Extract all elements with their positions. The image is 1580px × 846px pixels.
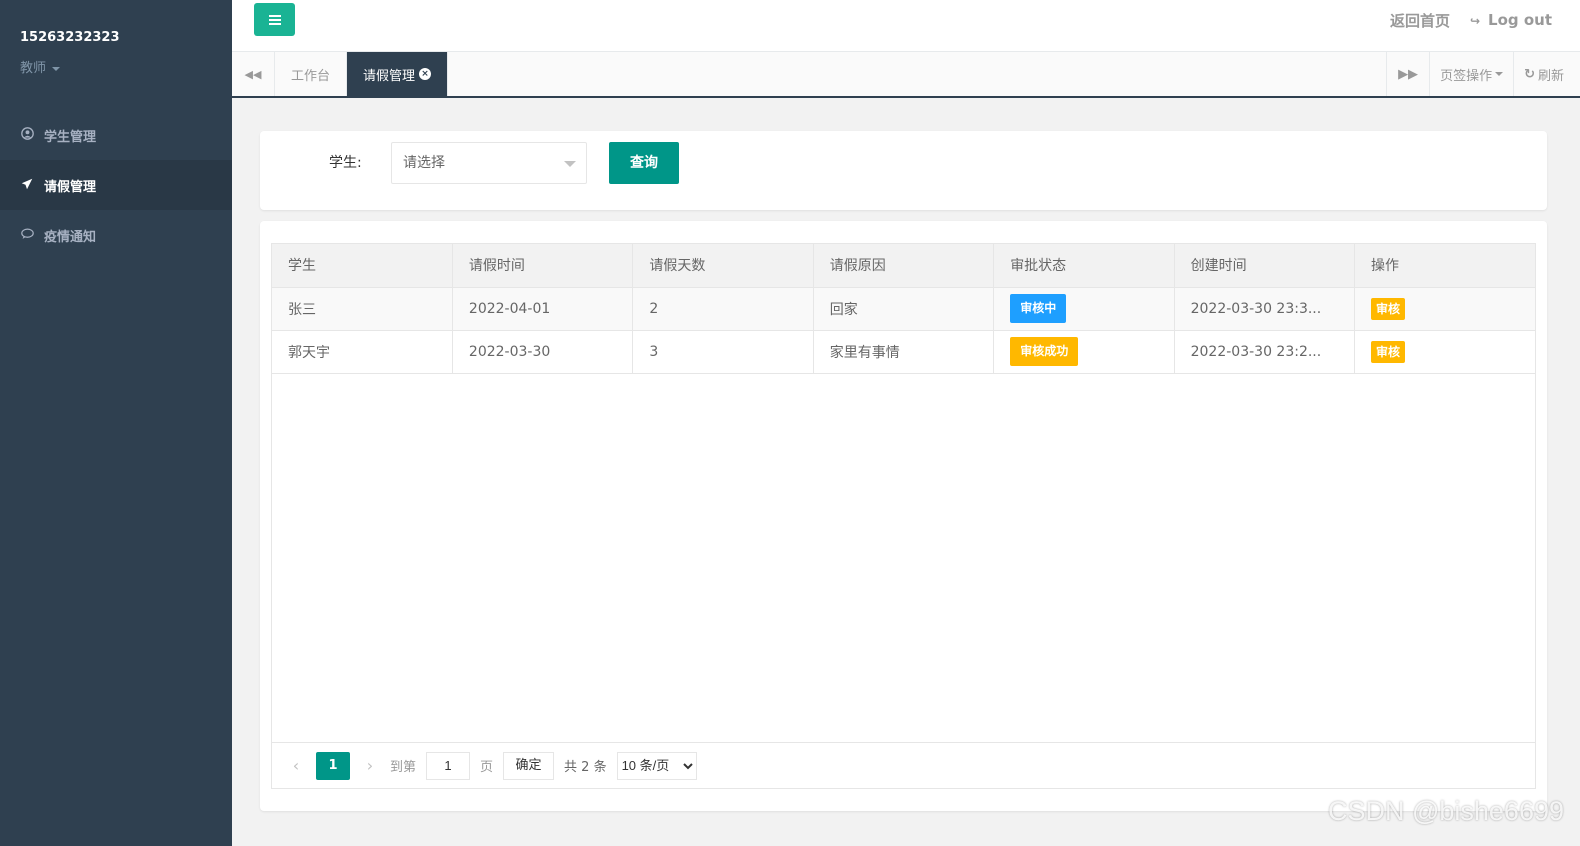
- column-header: 审批状态: [993, 244, 1175, 288]
- tabs-right-controls: ▶▶ 页签操作 ↻ 刷新: [1386, 52, 1580, 96]
- table-header-row: 学生 请假时间 请假天数 请假原因 审批状态 创建时间 操作: [272, 244, 1535, 288]
- cell-student: 张三: [272, 287, 453, 331]
- top-right-links: 返回首页 ↪ Log out: [1390, 0, 1552, 40]
- student-select[interactable]: 请选择: [391, 142, 587, 184]
- goto-confirm-button[interactable]: 确定: [503, 751, 555, 780]
- cell-created: 2022-03-30 23:3...: [1174, 287, 1356, 331]
- column-header: 操作: [1354, 244, 1535, 288]
- watermark: CSDN @bishe6699: [1327, 796, 1564, 826]
- search-panel: 学生: 请选择 查询: [260, 131, 1547, 210]
- tabs-scroll-right-button[interactable]: ▶▶: [1386, 52, 1429, 96]
- sidebar: 15263232323 教师 学生管理 请假管理 疫情通知: [0, 0, 232, 846]
- column-header: 学生: [272, 244, 453, 288]
- column-header: 请假天数: [632, 244, 814, 288]
- tab-workbench[interactable]: 工作台: [275, 52, 348, 96]
- comment-icon: [20, 228, 34, 243]
- status-badge: 审核成功: [1010, 337, 1079, 366]
- cell-days: 3: [632, 330, 814, 374]
- student-select-placeholder: 请选择: [403, 155, 445, 171]
- home-link[interactable]: 返回首页: [1390, 10, 1450, 31]
- query-button[interactable]: 查询: [609, 142, 679, 184]
- total-count: 共 2 条: [564, 760, 607, 775]
- select-arrow-icon: [564, 161, 576, 167]
- goto-label: 到第: [390, 760, 417, 775]
- close-icon[interactable]: ×: [419, 68, 432, 80]
- refresh-icon: ↻: [1524, 66, 1535, 82]
- cell-date: 2022-04-01: [452, 287, 634, 331]
- cell-reason: 家里有事情: [813, 330, 995, 374]
- goto-page-input[interactable]: [426, 751, 471, 780]
- username: 15263232323: [20, 30, 120, 45]
- sidebar-item-student-management[interactable]: 学生管理: [0, 110, 232, 160]
- sidebar-item-label: 疫情通知: [44, 229, 97, 245]
- page-unit-label: 页: [480, 760, 494, 775]
- cell-status: 审核中: [993, 287, 1175, 331]
- tab-label: 请假管理: [363, 68, 416, 84]
- hamburger-icon: [268, 14, 281, 25]
- table-row[interactable]: 张三 2022-04-01 2 回家 审核中 2022-03-30 23:3..…: [272, 287, 1535, 331]
- tabs-scroll-left-button[interactable]: ◀◀: [232, 52, 275, 96]
- forward-icon: ▶▶: [1398, 66, 1419, 82]
- cell-reason: 回家: [813, 287, 995, 331]
- logout-label: Log out: [1488, 11, 1552, 29]
- cell-status: 审核成功: [993, 330, 1175, 374]
- pagination: ‹ 1 › 到第 页 确定 共 2 条 10 条/页: [272, 742, 1535, 788]
- sidebar-item-label: 请假管理: [44, 179, 97, 195]
- menu-toggle-button[interactable]: [254, 3, 295, 36]
- tab-leave-management[interactable]: 请假管理 ×: [347, 52, 449, 96]
- cell-action: 审核: [1354, 330, 1535, 374]
- sidebar-item-epidemic-notice[interactable]: 疫情通知: [0, 210, 232, 260]
- student-filter-label: 学生:: [329, 155, 362, 171]
- status-badge: 审核中: [1010, 294, 1067, 323]
- column-header: 请假时间: [452, 244, 634, 288]
- cell-date: 2022-03-30: [452, 330, 634, 374]
- current-page-button[interactable]: 1: [316, 751, 350, 780]
- caret-down-icon: [1495, 72, 1504, 76]
- next-page-icon[interactable]: ›: [360, 756, 380, 775]
- refresh-button[interactable]: ↻ 刷新: [1513, 52, 1580, 96]
- profile: 15263232323 教师: [0, 0, 232, 110]
- refresh-label: 刷新: [1537, 68, 1564, 84]
- sidebar-item-label: 学生管理: [44, 129, 97, 145]
- cell-action: 审核: [1354, 287, 1535, 331]
- leave-table: 学生 请假时间 请假天数 请假原因 审批状态 创建时间 操作 张三 2022-0…: [271, 243, 1536, 789]
- top-bar: 返回首页 ↪ Log out: [232, 0, 1580, 52]
- cell-days: 2: [632, 287, 814, 331]
- tab-ops-label: 页签操作: [1440, 68, 1493, 84]
- tabs-bar: ◀◀ 工作台 请假管理 × ▶▶ 页签操作 ↻ 刷新: [232, 52, 1580, 98]
- caret-down-icon: [52, 66, 61, 71]
- cell-created: 2022-03-30 23:2...: [1174, 330, 1356, 374]
- column-header: 创建时间: [1174, 244, 1356, 288]
- sidebar-item-leave-management[interactable]: 请假管理: [0, 160, 232, 210]
- paper-plane-icon: [20, 178, 34, 193]
- role-label: 教师: [20, 61, 47, 76]
- backward-icon: ◀◀: [244, 67, 262, 81]
- prev-page-icon[interactable]: ‹: [286, 756, 306, 775]
- tab-label: 工作台: [291, 68, 331, 84]
- logout-link[interactable]: ↪ Log out: [1470, 11, 1552, 29]
- cell-student: 郭天宇: [272, 330, 453, 374]
- user-circle-icon: [20, 127, 34, 143]
- page-size-select[interactable]: 10 条/页: [616, 751, 697, 780]
- review-button[interactable]: 审核: [1371, 340, 1406, 363]
- review-button[interactable]: 审核: [1371, 297, 1406, 320]
- tab-ops-dropdown[interactable]: 页签操作: [1429, 52, 1513, 96]
- table-row[interactable]: 郭天宇 2022-03-30 3 家里有事情 审核成功 2022-03-30 2…: [272, 330, 1535, 374]
- table-panel: 学生 请假时间 请假天数 请假原因 审批状态 创建时间 操作 张三 2022-0…: [260, 221, 1547, 811]
- role-dropdown[interactable]: 教师: [20, 57, 212, 76]
- column-header: 请假原因: [813, 244, 995, 288]
- sign-out-icon: ↪: [1469, 14, 1481, 28]
